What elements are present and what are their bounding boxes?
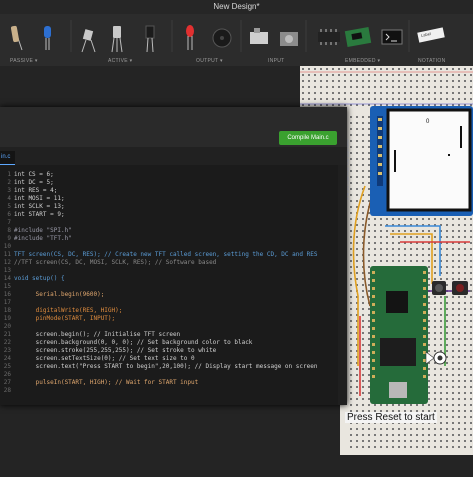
code-line: 20 — [3, 323, 11, 330]
code-line: 4 int MOSI = 11; — [7, 195, 65, 202]
push-button-reset[interactable] — [432, 281, 446, 295]
chevron-down-icon: ▾ — [219, 58, 223, 64]
code-line: 26 — [3, 371, 11, 378]
code-line: 23 screen.stroke(255,255,255); // Set st… — [3, 347, 217, 354]
chevron-down-icon: ▾ — [377, 58, 381, 64]
code-line: 8 #include "SPI.h" — [7, 227, 72, 234]
group-notation-label: NOTATION — [418, 58, 446, 64]
group-embedded[interactable]: EMBEDDED ▾ — [345, 58, 380, 64]
potentiometer-icon[interactable] — [280, 32, 298, 46]
group-active[interactable]: ACTIVE ▾ — [108, 58, 132, 64]
diode-icon[interactable] — [81, 29, 96, 53]
group-input[interactable]: INPUT — [268, 58, 285, 64]
code-line: 3 int RES = 4; — [7, 187, 58, 194]
terminal-icon[interactable] — [381, 29, 403, 45]
slide-switch-icon[interactable] — [250, 28, 268, 44]
group-output[interactable]: OUTPUT ▾ — [196, 58, 223, 64]
component-toolbar: PASSIVE ▾ ACTIVE ▾ OUTPUT ▾ INPUT EMBEDD… — [0, 14, 473, 67]
code-line: 16 Serial.begin(9600); — [3, 291, 105, 298]
code-line: 18 digitalWrite(RES, HIGH); — [3, 307, 123, 314]
group-notation[interactable]: NOTATION — [418, 58, 446, 64]
transistor-icon[interactable] — [111, 26, 123, 53]
ic-chip-icon[interactable] — [318, 29, 340, 45]
tft-display-module[interactable] — [370, 106, 473, 216]
window-title: New Design* — [0, 0, 473, 14]
group-passive[interactable]: PASSIVE ▾ — [10, 58, 38, 64]
chevron-down-icon: ▾ — [34, 58, 38, 64]
code-line: 21 screen.begin(); // Initialise TFT scr… — [3, 331, 181, 338]
code-line: 1 int CS = 6; — [7, 171, 54, 178]
chevron-down-icon: ▾ — [129, 58, 133, 64]
code-line: 9 #include "TFT.h" — [7, 235, 72, 242]
push-button-start[interactable] — [452, 281, 468, 295]
compile-button[interactable]: Compile Main.c — [279, 131, 337, 145]
component-icons — [10, 20, 445, 53]
code-line: 27 pulseIn(START, HIGH); // Wait for STA… — [3, 379, 199, 386]
circuit-annotation-label[interactable]: Press Reset to start — [345, 412, 437, 423]
code-line: 14 void setup() { — [3, 275, 65, 282]
code-line: 7 — [7, 219, 11, 226]
code-line: 15 — [3, 283, 11, 290]
group-embedded-label: EMBEDDED — [345, 58, 376, 64]
code-line: 13 — [3, 267, 11, 274]
resistor-icon[interactable] — [10, 25, 23, 51]
editor-scrollbar[interactable] — [338, 165, 347, 405]
code-line: 17 — [3, 299, 11, 306]
tab-main-c[interactable]: in.c — [0, 151, 15, 165]
code-editor-panel: Compile Main.c in.c 1 int CS = 6; 2 int DC… — [0, 107, 347, 405]
transistor-icon-2[interactable] — [145, 25, 155, 53]
code-line: 22 screen.background(0, 0, 0); // Set ba… — [3, 339, 253, 346]
code-line: 6 int START = 9; — [7, 211, 65, 218]
group-output-label: OUTPUT — [196, 58, 219, 64]
editor-header: Compile Main.c — [0, 107, 347, 147]
code-text-area[interactable]: 1 int CS = 6; 2 int DC = 5; 3 int RES = 4; … — [0, 165, 338, 405]
display-score-text: 0 — [426, 119, 430, 125]
code-line: 25 screen.text("Press START to begin",20… — [3, 363, 318, 370]
raspberry-pi-pico-board[interactable] — [370, 266, 428, 404]
code-line: 19 pinMode(START, INPUT); — [3, 315, 116, 322]
led-icon[interactable] — [186, 25, 194, 50]
group-input-label: INPUT — [268, 58, 285, 64]
code-line: 2 int DC = 5; — [7, 179, 54, 186]
code-line: 10 — [3, 243, 11, 250]
code-line: 24 screen.setTextSize(0); // Set text si… — [3, 355, 195, 362]
group-passive-label: PASSIVE — [10, 58, 34, 64]
microcontroller-board-icon[interactable] — [344, 27, 372, 47]
code-line: 28 — [3, 387, 11, 394]
code-line: 11 TFT screen(CS, DC, RES); // Create new… — [3, 251, 318, 258]
code-line: 12//TFT screen(CS, DC, MOSI, SCLK, RES);… — [3, 259, 217, 266]
capacitor-icon[interactable] — [44, 26, 51, 50]
group-active-label: ACTIVE — [108, 58, 128, 64]
buzzer-icon[interactable] — [212, 28, 232, 48]
code-line: 5 int SCLK = 13; — [7, 203, 65, 210]
